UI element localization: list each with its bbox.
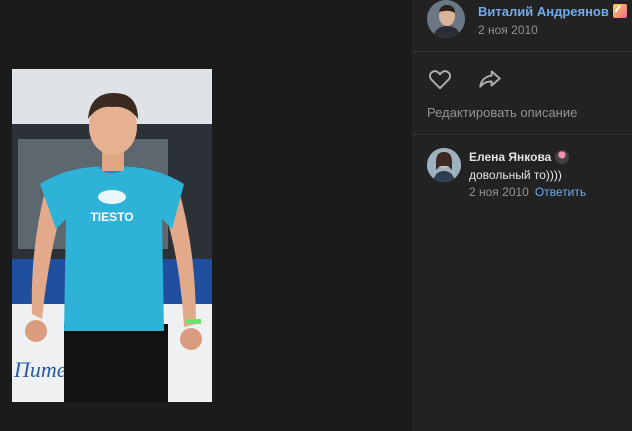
comment-date: 2 ноя 2010 — [469, 185, 529, 199]
shirt-logo-text: TIESTO — [90, 210, 133, 224]
author-name[interactable]: Виталий Андреянов — [478, 4, 627, 19]
comment-meta: 2 ноя 2010 Ответить — [469, 185, 586, 199]
share-arrow-icon[interactable] — [477, 66, 503, 92]
author-avatar-image — [427, 0, 465, 38]
comment-text: довольный то)))) — [469, 168, 562, 182]
author-block: Виталий Андреянов 2 ноя 2010 — [427, 0, 632, 40]
comment-item: Елена Янкова довольный то)))) 2 ноя 2010… — [427, 148, 627, 204]
photo[interactable]: Пите TIESTO — [12, 69, 212, 402]
photo-viewer: Пите TIESTO — [0, 0, 412, 431]
sticker-icon — [555, 150, 570, 164]
author-name-text[interactable]: Виталий Андреянов — [478, 4, 609, 19]
heart-icon[interactable] — [427, 66, 453, 92]
divider — [412, 51, 632, 52]
divider — [412, 134, 632, 135]
emoji-icon — [612, 4, 627, 18]
sidebar: Виталий Андреянов 2 ноя 2010 Редактирова… — [412, 0, 632, 431]
commenter-name[interactable]: Елена Янкова — [469, 150, 570, 164]
photo-image: Пите TIESTO — [12, 69, 212, 402]
post-date: 2 ноя 2010 — [478, 23, 538, 37]
svg-text:Пите: Пите — [13, 357, 67, 382]
author-avatar[interactable] — [427, 0, 465, 38]
edit-description-link[interactable]: Редактировать описание — [427, 105, 577, 120]
reply-button[interactable]: Ответить — [535, 185, 586, 199]
commenter-avatar-image — [427, 148, 461, 182]
commenter-name-text[interactable]: Елена Янкова — [469, 150, 551, 164]
commenter-avatar[interactable] — [427, 148, 461, 182]
photo-actions — [427, 66, 627, 94]
